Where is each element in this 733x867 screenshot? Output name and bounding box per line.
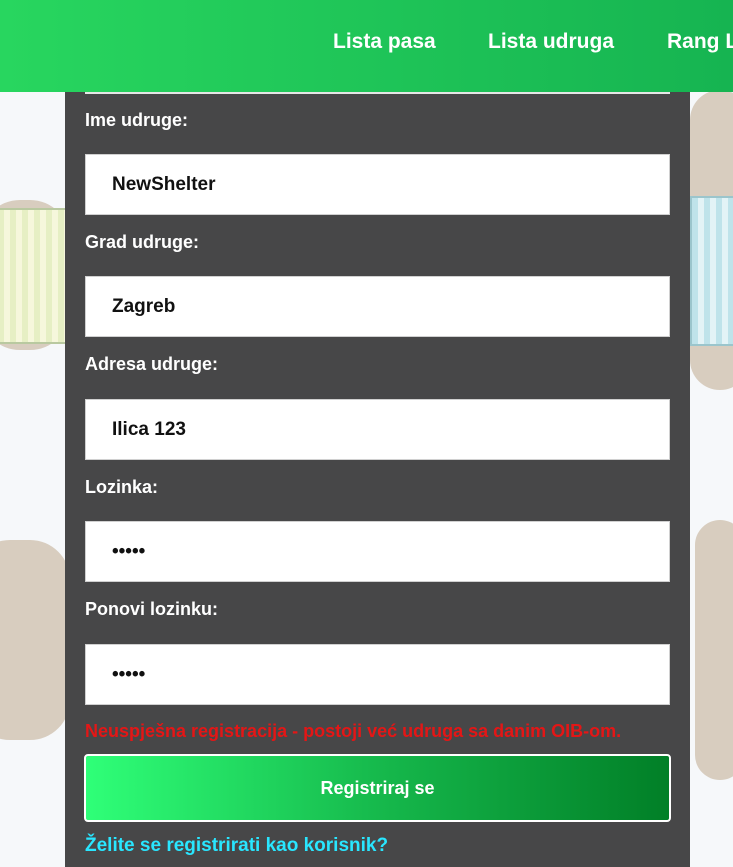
shelter-address-label: Adresa udruge: [85,354,219,374]
nav-link-lista-pasa[interactable]: Lista pasa [333,30,436,54]
dog-sweater [690,196,733,346]
password-input[interactable] [85,521,670,582]
shelter-city-label: Grad udruge: [85,232,200,252]
registration-error-message: Neuspješna registracija - postoji već ud… [85,721,622,741]
password-label: Lozinka: [85,477,159,497]
shelter-address-input[interactable] [85,399,670,460]
register-button[interactable]: Registriraj se [84,754,671,822]
shelter-name-label: Ime udruge: [85,110,189,130]
register-as-user-link[interactable]: Želite se registrirati kao korisnik? [85,835,388,857]
top-navbar: Lista pasa Lista udruga Rang L [0,0,733,92]
nav-link-rang-lista[interactable]: Rang L [667,30,733,54]
dog-illustration [695,520,733,780]
repeat-password-label: Ponovi lozinku: [85,599,218,619]
nav-link-lista-udruga[interactable]: Lista udruga [488,30,614,54]
panel-divider [85,92,670,94]
registration-form-panel: Ime udruge: Grad udruge: Adresa udruge: … [65,92,690,867]
shelter-city-input[interactable] [85,276,670,337]
dog-sweater [0,208,70,344]
dog-illustration [0,540,70,740]
shelter-name-input[interactable] [85,154,670,215]
repeat-password-input[interactable] [85,644,670,705]
